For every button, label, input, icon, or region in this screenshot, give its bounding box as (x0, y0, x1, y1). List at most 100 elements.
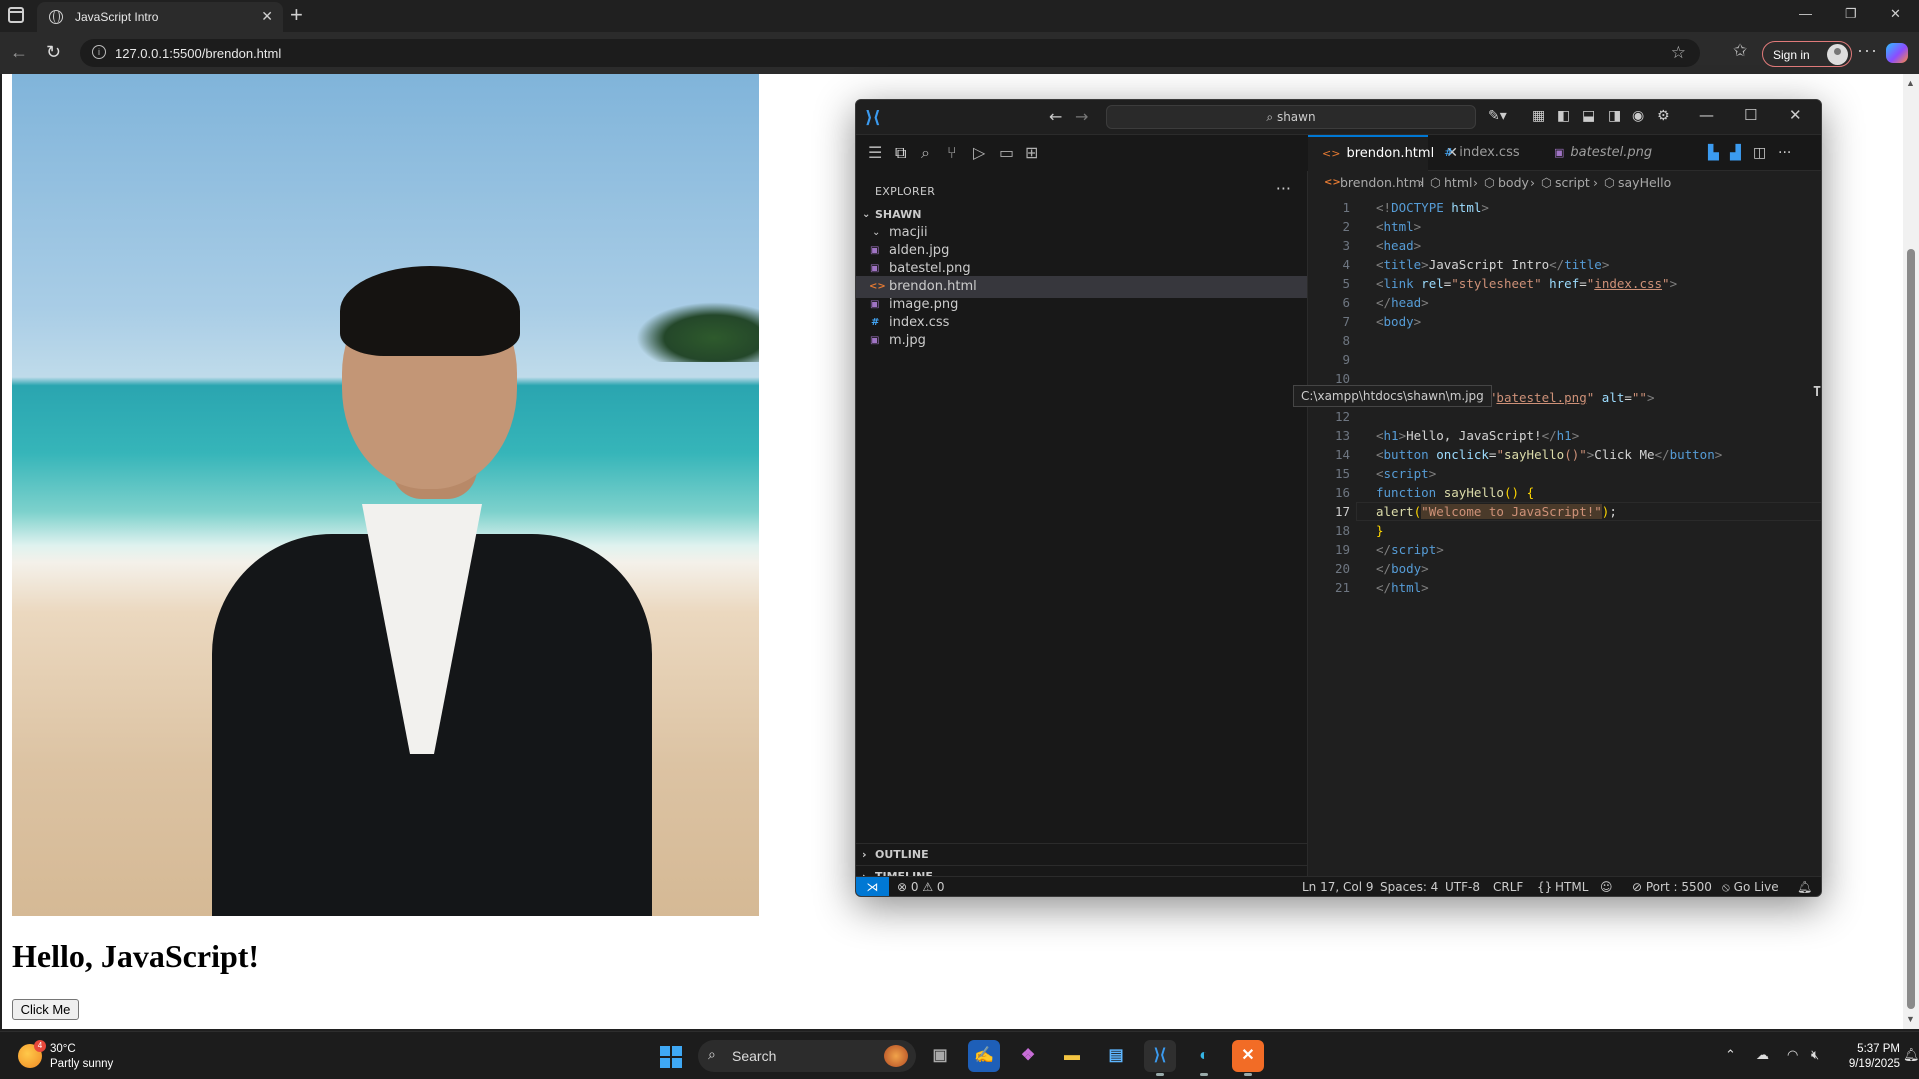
remote-explorer-icon[interactable]: ▭ (999, 143, 1014, 162)
line-number: 9 (1342, 352, 1350, 367)
browser-tab[interactable]: JavaScript Intro ✕ (37, 2, 283, 32)
weather-condition[interactable]: Partly sunny (50, 1058, 113, 1070)
vscode-close-icon[interactable]: ✕ (1789, 106, 1802, 124)
editor-more-icon[interactable]: ··· (1778, 145, 1791, 161)
copilot-app-icon[interactable]: ❖ (1012, 1040, 1044, 1072)
click-me-button[interactable]: Click Me (12, 999, 79, 1020)
hair (340, 266, 520, 356)
toggle-sidebar-icon[interactable]: ◧ (1557, 108, 1570, 124)
favorites-icon[interactable]: ✩ (1733, 41, 1747, 61)
notifications-bell-icon[interactable]: 🔔︎ (1797, 877, 1812, 896)
breadcrumb-item[interactable]: sayHello (1618, 172, 1671, 194)
go-live-button[interactable]: ⦸ Go Live (1722, 877, 1779, 896)
source-control-icon[interactable]: ⑂ (947, 143, 957, 162)
problems-indicator[interactable]: ⊗ 0 ⚠ 0 (897, 877, 945, 896)
temperature[interactable]: 30°C (50, 1043, 76, 1055)
start-tile (660, 1058, 670, 1068)
breadcrumb-item[interactable]: brendon.html (1340, 172, 1424, 194)
file-explorer-icon[interactable]: ▬ (1056, 1040, 1088, 1072)
code-line: <script> (1376, 466, 1437, 481)
indentation[interactable]: Spaces: 4 (1380, 877, 1438, 896)
more-options-icon[interactable]: ··· (1857, 40, 1878, 61)
site-info-icon[interactable]: i (92, 45, 106, 59)
clock-date[interactable]: 9/19/2025 (1838, 1058, 1900, 1070)
volume-muted-icon[interactable]: 🔇︎ (1811, 1047, 1819, 1063)
edge-taskbar-icon[interactable]: ◐ (1188, 1040, 1220, 1076)
code-line: <title>JavaScript Intro</title> (1376, 257, 1610, 272)
encoding[interactable]: UTF-8 (1445, 877, 1480, 896)
function-icon: ⬡ (1604, 175, 1615, 190)
outline-section[interactable]: › OUTLINE (856, 843, 1307, 865)
show-hidden-icons-chevron-up-icon[interactable]: ⌃ (1725, 1047, 1736, 1063)
copilot-status-icon[interactable]: ☺ (1600, 877, 1613, 896)
new-tab-button[interactable]: + (290, 3, 303, 27)
close-window-icon[interactable]: ✕ (1890, 6, 1901, 22)
explorer-header: EXPLORER (875, 185, 936, 198)
wifi-icon[interactable]: ◠ (1787, 1047, 1798, 1063)
toggle-secondary-sidebar-icon[interactable]: ◨ (1608, 108, 1621, 124)
restore-icon[interactable]: ❐ (1845, 6, 1857, 22)
open-preview-icon[interactable]: ▙ (1708, 145, 1719, 161)
browser-tab-title: JavaScript Intro (75, 10, 159, 24)
search-icon[interactable]: ⌕ (921, 143, 930, 163)
file-item[interactable]: ▣ m.jpg (856, 330, 1307, 352)
minimize-icon[interactable]: — (1799, 6, 1812, 21)
back-icon[interactable]: ← (10, 42, 28, 63)
explorer-icon[interactable]: ⧉ (895, 143, 906, 163)
extensions-icon[interactable]: ⊞ (1025, 143, 1038, 162)
avatar (1827, 44, 1848, 65)
remote-indicator-icon[interactable]: ⋊ (856, 877, 889, 896)
vscode-maximize-icon[interactable]: ☐ (1744, 106, 1757, 124)
page-scrollbar[interactable]: ▲ ▼ (1903, 74, 1919, 1029)
language-mode[interactable]: HTML (1555, 877, 1588, 896)
globe-icon (49, 10, 63, 24)
scrollbar-thumb[interactable] (1907, 249, 1915, 1009)
tab-actions-icon[interactable] (8, 7, 24, 23)
taskbar-search[interactable]: ⌕ Search (698, 1040, 916, 1072)
sign-in-button[interactable]: Sign in (1762, 41, 1852, 67)
store-icon[interactable]: ▤ (1100, 1040, 1132, 1072)
nav-forward-icon[interactable]: → (1075, 107, 1088, 126)
breadcrumb-item[interactable]: script (1555, 172, 1590, 194)
task-view-icon[interactable]: ▣ (924, 1040, 956, 1072)
xampp-icon[interactable]: ✕ (1232, 1040, 1264, 1076)
code-line: alert("Welcome to JavaScript!"); (1376, 504, 1617, 519)
settings-gear-icon[interactable]: ⚙ (1657, 108, 1670, 124)
explorer-more-icon[interactable]: ··· (1276, 179, 1291, 198)
tab-index-css[interactable]: # index.css (1428, 135, 1538, 171)
open-preview-side-icon[interactable]: ▟ (1730, 145, 1741, 161)
sign-in-label: Sign in (1773, 48, 1810, 62)
line-ending[interactable]: CRLF (1493, 877, 1523, 896)
port-indicator[interactable]: ⊘ Port : 5500 (1632, 877, 1712, 896)
url-field[interactable]: i 127.0.0.1:5500/brendon.html ☆ (80, 39, 1700, 67)
copilot-chat-icon[interactable]: ✎▾ (1488, 108, 1507, 124)
tab-brendon-html[interactable]: <> brendon.html ✕ (1308, 135, 1458, 171)
code-editor[interactable]: 1 2 3 4 5 6 7 8 9 10 12 13 14 15 16 17 1… (1293, 195, 1821, 635)
start-windows-icon[interactable] (660, 1046, 682, 1068)
customize-layout-icon[interactable]: ▦ (1532, 108, 1545, 124)
cloud-sync-icon[interactable]: ☁ (1756, 1047, 1769, 1063)
run-debug-icon[interactable]: ▷ (973, 143, 985, 162)
scroll-up-icon[interactable]: ▲ (1906, 78, 1915, 88)
accounts-icon[interactable]: ◉ (1632, 108, 1644, 124)
close-tab-icon[interactable]: ✕ (261, 8, 273, 25)
nav-back-icon[interactable]: ← (1049, 107, 1062, 126)
favorite-star-icon[interactable]: ☆ (1671, 43, 1686, 63)
vscode-taskbar-icon[interactable]: ⟩⟨ (1144, 1040, 1176, 1076)
refresh-icon[interactable]: ↻ (46, 42, 61, 63)
pen-app-icon[interactable]: ✍ (968, 1040, 1000, 1072)
notification-bell-icon[interactable]: 🔔︎ (1903, 1047, 1919, 1063)
menu-icon[interactable]: ☰ (868, 143, 882, 162)
split-editor-icon[interactable]: ◫ (1753, 145, 1766, 161)
command-center-search[interactable]: ⌕ shawn (1106, 105, 1476, 129)
breadcrumb-item[interactable]: body (1498, 172, 1529, 194)
toggle-panel-icon[interactable]: ⬓ (1582, 108, 1595, 124)
code-line: </head> (1376, 295, 1429, 310)
clock-time[interactable]: 5:37 PM (1838, 1043, 1900, 1055)
copilot-icon[interactable] (1886, 43, 1908, 63)
scroll-down-icon[interactable]: ▼ (1906, 1014, 1915, 1024)
cursor-position[interactable]: Ln 17, Col 9 (1302, 877, 1374, 896)
tab-batestel-png[interactable]: ▣ batestel.png (1538, 135, 1653, 171)
breadcrumb-item[interactable]: html (1444, 172, 1472, 194)
vscode-minimize-icon[interactable]: — (1699, 106, 1714, 124)
